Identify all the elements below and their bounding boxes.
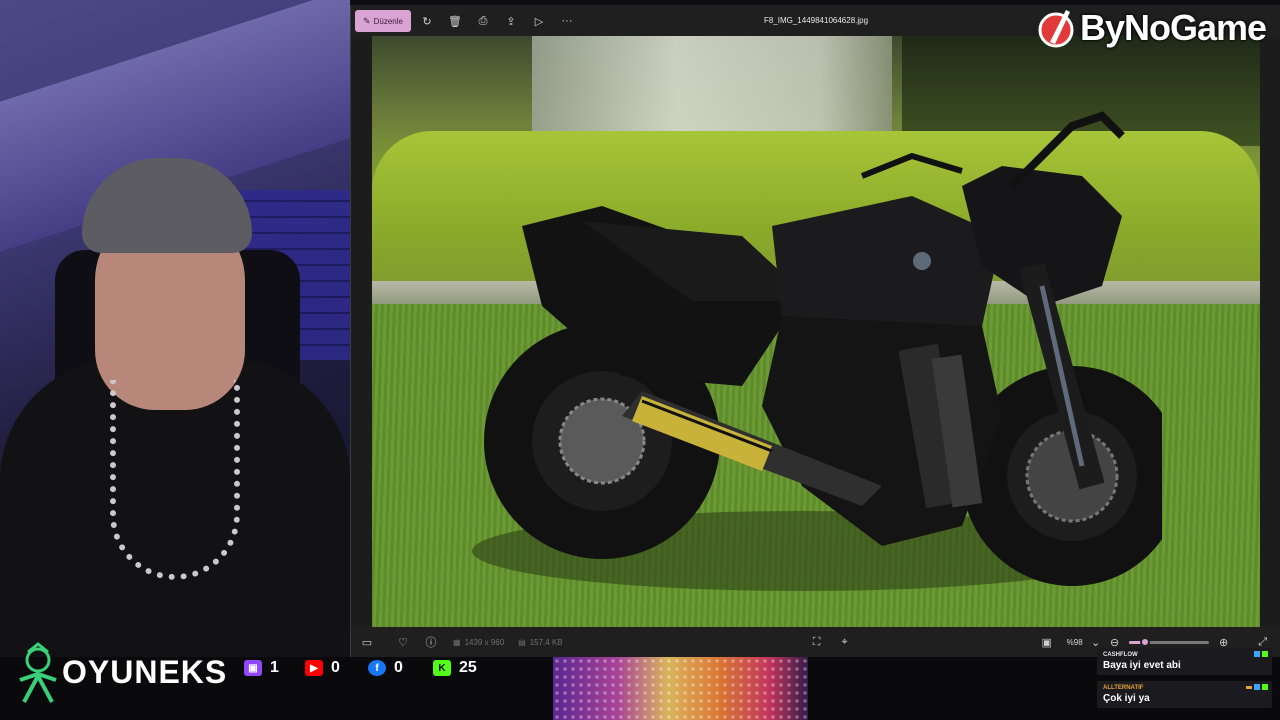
facebook-viewer-count: f 0 <box>368 657 403 679</box>
twitch-viewer-count: ▣ 1 <box>244 657 279 679</box>
kick-badge-icon <box>1262 684 1268 690</box>
image-filename: F8_IMG_1449841064628.jpg <box>763 16 869 25</box>
fit-icon: ▣ <box>1041 636 1052 649</box>
chat-badges <box>1254 651 1268 657</box>
filmstrip-icon: ▭ <box>361 636 373 649</box>
edit-button-label: Düzenle <box>373 16 403 26</box>
channel-mascot-icon <box>19 642 57 703</box>
webcam-feed <box>0 0 350 720</box>
channel-branding: OYUNEKS <box>16 640 227 704</box>
youtube-icon: ▶ <box>305 660 323 676</box>
print-icon: ⎙ <box>478 14 488 27</box>
kick-icon: K <box>433 660 451 676</box>
delete-button[interactable]: 🗑 <box>441 10 469 32</box>
facebook-icon: f <box>368 660 386 676</box>
visual-search-icon: ⌖ <box>841 635 848 648</box>
youtube-count: 0 <box>331 659 340 676</box>
filesize-icon: ▤ <box>518 637 526 647</box>
dimensions-icon: ▦ <box>453 637 461 647</box>
slideshow-icon: ▷ <box>534 15 544 28</box>
heart-icon: ♡ <box>398 636 408 649</box>
chat-username: CASHFLOW <box>1103 652 1138 658</box>
mod-badge-icon <box>1246 686 1252 689</box>
delete-icon: 🗑 <box>448 15 462 28</box>
twitch-badge-icon <box>1254 651 1260 657</box>
fit-to-window-button[interactable]: ▣ <box>1033 627 1061 657</box>
photo-viewer-window: ✎ Düzenle ↻ 🗑 ⎙ ⇪ ▷ ··· F8_IMG_144984106… <box>350 5 1280 657</box>
info-button[interactable]: ⓘ <box>417 627 445 657</box>
more-button[interactable]: ··· <box>553 10 581 32</box>
print-button[interactable]: ⎙ <box>469 10 497 32</box>
kick-badge-icon <box>1262 651 1268 657</box>
motorcycle-photo[interactable] <box>372 36 1260 627</box>
bynogame-wordmark: ByNoGame <box>1080 7 1267 48</box>
kick-count: 25 <box>459 659 477 676</box>
more-icon: ··· <box>561 15 573 27</box>
dimensions-text: 1439 x 960 <box>464 637 505 647</box>
zoom-slider[interactable] <box>1128 636 1209 647</box>
rotate-icon: ↻ <box>422 15 432 28</box>
twitch-count: 1 <box>270 659 279 676</box>
visual-search-button[interactable]: ⌖ <box>831 627 859 657</box>
crop-icon: ⛶ <box>812 635 821 648</box>
channel-name: OYUNEKS <box>62 653 228 690</box>
zoom-in-icon: ⊕ <box>1219 636 1229 649</box>
facebook-count: 0 <box>394 659 403 676</box>
image-dimensions: ▦ 1439 x 960 <box>453 638 504 647</box>
chat-message: ALLTERNATIF Çok iyi ya <box>1097 681 1272 708</box>
bynogame-logo: ByNoGame <box>1038 4 1267 52</box>
chevron-down-icon: ⌄ <box>1091 636 1101 649</box>
chat-text: Baya iyi evet abi <box>1103 660 1181 671</box>
chat-badges <box>1246 684 1268 690</box>
twitch-badge-icon <box>1254 684 1260 690</box>
slideshow-button[interactable]: ▷ <box>525 10 553 32</box>
zoom-percentage[interactable]: %98 <box>1067 638 1083 647</box>
image-filesize: ▤ 157.4 KB <box>518 638 562 647</box>
info-icon: ⓘ <box>425 637 437 649</box>
bynogame-mark-icon <box>1038 10 1074 48</box>
youtube-viewer-count: ▶ 0 <box>305 657 340 679</box>
zoom-slider-knob[interactable] <box>1139 636 1150 647</box>
favorite-button[interactable]: ♡ <box>389 627 417 657</box>
zoom-out-icon: ⊖ <box>1110 636 1120 649</box>
edit-icon: ✎ <box>363 15 371 26</box>
rotate-button[interactable]: ↻ <box>413 10 441 32</box>
stream-frame: ✎ Düzenle ↻ 🗑 ⎙ ⇪ ▷ ··· F8_IMG_144984106… <box>0 0 1280 720</box>
share-icon: ⇪ <box>506 15 516 28</box>
rgb-keyboard-pattern <box>553 657 808 720</box>
edit-button[interactable]: ✎ Düzenle <box>355 10 411 32</box>
cam-chain-necklace <box>110 380 240 580</box>
chat-username: ALLTERNATIF <box>1103 685 1144 691</box>
fullscreen-icon: ⤢ <box>1258 635 1268 648</box>
twitch-icon: ▣ <box>244 660 262 676</box>
kick-viewer-count: K 25 <box>433 657 477 679</box>
filesize-text: 157.4 KB <box>529 637 563 647</box>
motorcycle-illustration <box>472 111 1162 591</box>
filmstrip-button[interactable]: ▭ <box>353 627 381 657</box>
chat-text: Çok iyi ya <box>1103 693 1150 704</box>
share-button[interactable]: ⇪ <box>497 10 525 32</box>
chat-overlay: CASHFLOW Baya iyi evet abi ALLTERNATIF Ç… <box>1097 648 1272 714</box>
crop-button[interactable]: ⛶ <box>803 627 831 657</box>
chat-message: CASHFLOW Baya iyi evet abi <box>1097 648 1272 675</box>
